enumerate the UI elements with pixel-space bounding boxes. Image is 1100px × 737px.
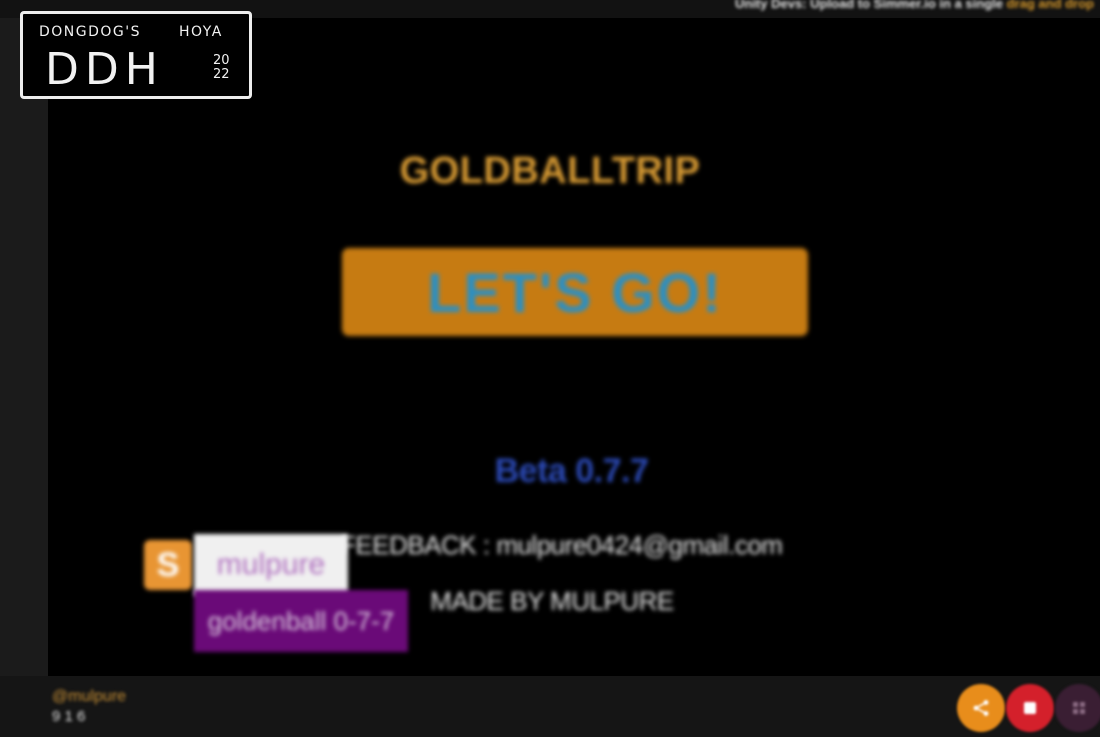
frame-left [0,18,48,678]
share-button[interactable] [957,684,1005,732]
watermark-year-top: 20 [213,53,230,68]
credit-text: MADE BY MULPURE [430,586,674,616]
stop-button[interactable] [1006,684,1054,732]
watermark-line1b: HOYA [179,24,223,40]
fullscreen-button[interactable] [1055,684,1100,732]
top-notice-text-end: in a single [939,0,1007,11]
stop-icon [1024,702,1036,714]
grid-icon [1073,702,1085,714]
watermark-line1: DONGDOG'S [39,24,142,40]
play-button[interactable]: LET'S GO! [342,248,808,336]
watermark-logo: DONGDOG'S HOYA DDH 20 22 [20,11,252,99]
top-notice-text-mid: Simmer.io [873,0,940,11]
top-notice-text: Unity Devs: Upload to [734,0,874,11]
badge-s-icon: S [144,540,192,590]
play-count: 9 1 6 [52,708,86,725]
watermark-year-bottom: 22 [213,67,230,82]
watermark-year: 20 22 [213,54,230,82]
watermark-big: DDH [45,44,164,95]
game-title: GOLDBALLTRIP [399,150,701,192]
bottom-bar [0,676,1100,737]
build-tag: goldenball 0-7-7 [194,590,408,652]
version-label: Beta 0.7.7 [494,452,649,490]
user-tag: mulpure [194,534,348,596]
author-link[interactable]: @mulpure [52,688,126,706]
top-notice[interactable]: Unity Devs: Upload to Simmer.io in a sin… [735,0,1094,11]
feedback-email: FEEDBACK : mulpure0424@gmail.com [340,530,783,560]
top-notice-highlight: drag and drop [1006,0,1094,11]
share-icon [973,700,989,716]
